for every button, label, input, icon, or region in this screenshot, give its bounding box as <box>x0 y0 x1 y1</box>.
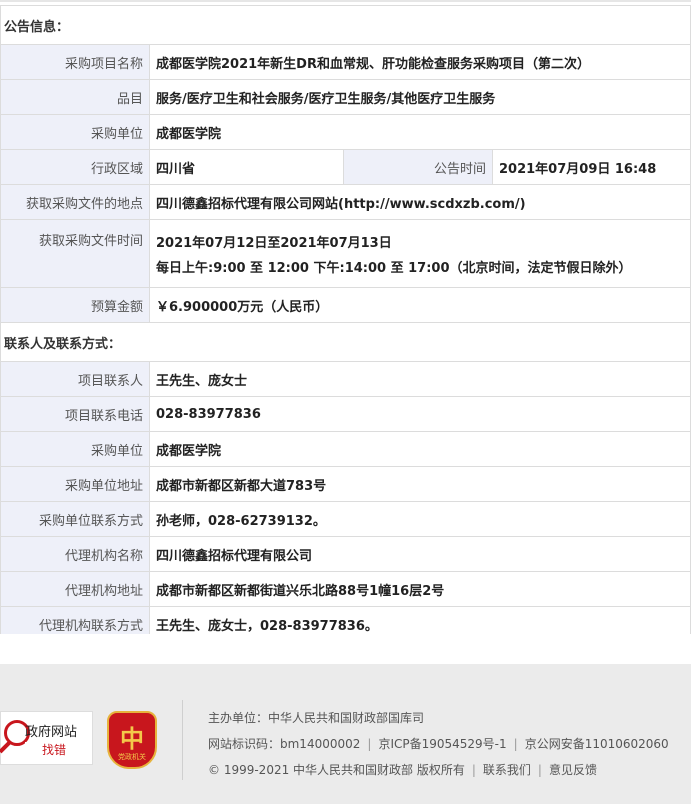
field-label: 代理机构名称 <box>0 536 150 572</box>
table-row: 代理机构名称 四川德鑫招标代理有限公司 <box>0 536 691 572</box>
field-label: 采购项目名称 <box>0 44 150 80</box>
field-label: 代理机构地址 <box>0 571 150 607</box>
contact-purchaser-value: 成都医学院 <box>149 431 691 467</box>
badge-glyph: 中 <box>120 725 144 753</box>
gov-site-title: 政府网站 <box>25 725 78 740</box>
feedback-link[interactable]: 意见反馈 <box>549 763 597 777</box>
magnifier-handle-icon <box>0 740 12 754</box>
region-value: 四川省 <box>149 149 344 185</box>
table-row: 采购单位 成都医学院 <box>0 431 691 467</box>
field-label: 采购单位 <box>0 114 150 150</box>
field-label: 预算金额 <box>0 287 150 323</box>
project-contact-value: 王先生、庞女士 <box>149 361 691 397</box>
project-name-value: 成都医学院2021年新生DR和血常规、肝功能检查服务采购项目（第二次） <box>149 44 691 80</box>
section-header-row: 联系人及联系方式： <box>0 322 691 362</box>
badge-text: 党政机关 <box>118 753 146 761</box>
sponsor-line: 主办单位：中华人民共和国财政部国库司 <box>208 711 425 725</box>
doc-time-value: 2021年07月12日至2021年07月13日 每日上午:9:00 至 12:0… <box>149 219 691 288</box>
top-divider <box>0 0 691 2</box>
field-label: 品目 <box>0 79 150 115</box>
table-row: 获取采购文件的地点 四川德鑫招标代理有限公司网站(http://www.scdx… <box>0 184 691 220</box>
table-row: 采购单位 成都医学院 <box>0 114 691 150</box>
agency-address-value: 成都市新都区新都街道兴乐北路88号1幢16层2号 <box>149 571 691 607</box>
field-label: 采购单位 <box>0 431 150 467</box>
table-row: 行政区域 四川省 公告时间 2021年07月09日 16:48 <box>0 149 691 185</box>
table-row: 采购项目名称 成都医学院2021年新生DR和血常规、肝功能检查服务采购项目（第二… <box>0 44 691 80</box>
table-row: 品目 服务/医疗卫生和社会服务/医疗卫生服务/其他医疗卫生服务 <box>0 79 691 115</box>
budget-value: ￥6.900000万元（人民币） <box>149 287 691 323</box>
field-label: 获取采购文件的地点 <box>0 184 150 220</box>
police-record-link[interactable]: 京公网安备11010602060 <box>525 737 669 751</box>
field-label: 项目联系电话 <box>0 396 150 432</box>
copyright-text: © 1999-2021 中华人民共和国财政部 版权所有 <box>208 763 465 777</box>
site-id: 网站标识码：bm14000002 <box>208 737 361 751</box>
table-row: 采购单位联系方式 孙老师，028-62739132。 <box>0 501 691 537</box>
purchaser-address-value: 成都市新都区新都大道783号 <box>149 466 691 502</box>
field-label: 公告时间 <box>343 149 493 185</box>
table-row: 获取采购文件时间 2021年07月12日至2021年07月13日 每日上午:9:… <box>0 219 691 288</box>
content-spacer <box>0 634 691 664</box>
section-title-notice: 公告信息： <box>0 5 691 45</box>
table-row: 预算金额 ￥6.900000万元（人民币） <box>0 287 691 323</box>
registration-line: 网站标识码：bm14000002 | 京ICP备19054529号-1 | 京公网安备1… <box>208 737 669 751</box>
copyright-line: © 1999-2021 中华人民共和国财政部 版权所有 | 联系我们 | 意见反馈 <box>208 763 597 777</box>
table-row: 项目联系人 王先生、庞女士 <box>0 361 691 397</box>
section-header-row: 公告信息： <box>0 5 691 45</box>
agency-name-value: 四川德鑫招标代理有限公司 <box>149 536 691 572</box>
table-row: 项目联系电话 028-83977836 <box>0 396 691 432</box>
field-label: 行政区域 <box>0 149 150 185</box>
field-label: 采购单位地址 <box>0 466 150 502</box>
footer-divider <box>182 700 183 780</box>
doc-time-line1: 2021年07月12日至2021年07月13日 <box>156 235 392 251</box>
purchaser-value: 成都医学院 <box>149 114 691 150</box>
party-government-badge-icon[interactable]: 中 党政机关 <box>107 711 157 769</box>
site-footer: 政府网站 找错 中 党政机关 主办单位：中华人民共和国财政部国库司 网站标识码：… <box>0 664 691 804</box>
field-label: 项目联系人 <box>0 361 150 397</box>
field-label: 获取采购文件时间 <box>0 219 150 288</box>
section-title-contact: 联系人及联系方式： <box>0 322 691 362</box>
table-row: 代理机构地址 成都市新都区新都街道兴乐北路88号1幢16层2号 <box>0 571 691 607</box>
project-phone-value: 028-83977836 <box>149 396 691 432</box>
contact-us-link[interactable]: 联系我们 <box>483 763 531 777</box>
gov-site-action: 找错 <box>25 742 83 758</box>
doc-place-value: 四川德鑫招标代理有限公司网站(http://www.scdxzb.com/) <box>149 184 691 220</box>
gov-site-error-report-button[interactable]: 政府网站 找错 <box>0 711 93 765</box>
publish-time-value: 2021年07月09日 16:48 <box>492 149 691 185</box>
doc-time-line2: 每日上午:9:00 至 12:00 下午:14:00 至 17:00（北京时间，… <box>156 260 632 276</box>
category-value: 服务/医疗卫生和社会服务/医疗卫生服务/其他医疗卫生服务 <box>149 79 691 115</box>
announcement-table: 公告信息： 采购项目名称 成都医学院2021年新生DR和血常规、肝功能检查服务采… <box>0 5 691 642</box>
table-row: 采购单位地址 成都市新都区新都大道783号 <box>0 466 691 502</box>
purchaser-contact-value: 孙老师，028-62739132。 <box>149 501 691 537</box>
field-label: 采购单位联系方式 <box>0 501 150 537</box>
icp-link[interactable]: 京ICP备19054529号-1 <box>378 737 506 751</box>
